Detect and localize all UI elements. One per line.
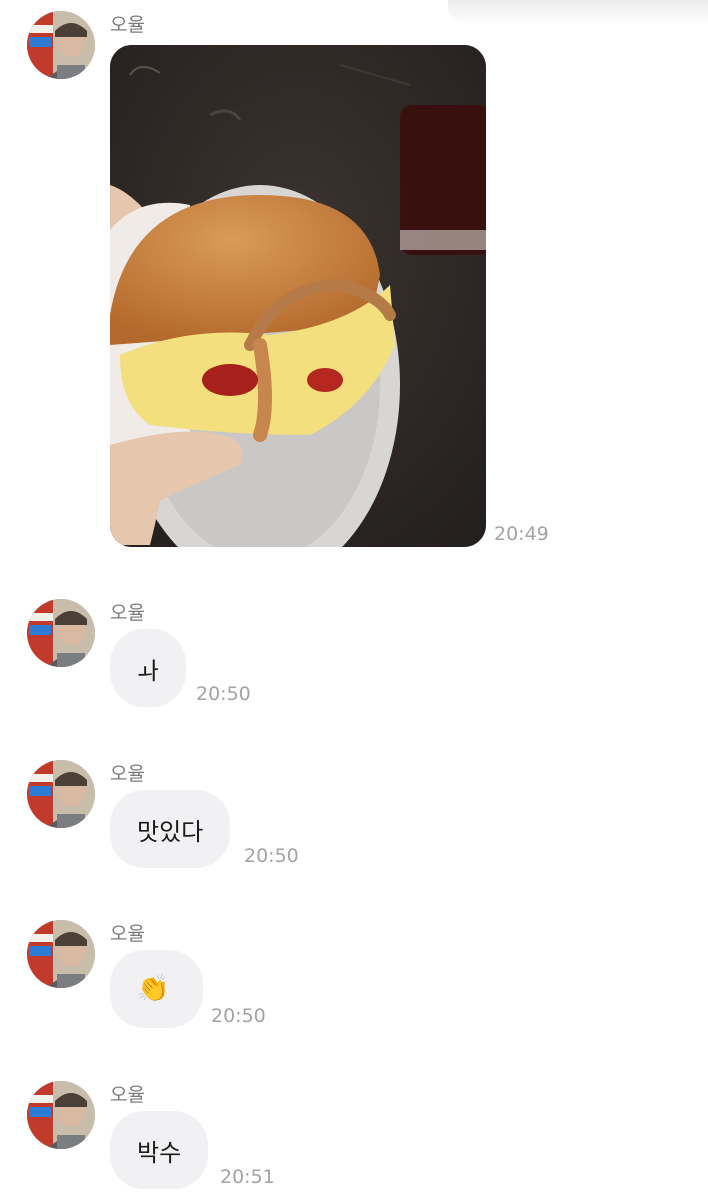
- message-bubble[interactable]: ㅘ: [110, 629, 187, 707]
- top-edge-shadow: [448, 0, 708, 26]
- avatar-image: [27, 11, 95, 79]
- chat-log: 오율 20:49 오율 ㅘ 20:50 오율 맛있다 20:50 오율 👏 20…: [0, 0, 708, 1200]
- avatar-image: [27, 920, 95, 988]
- message-text: 맛있다: [137, 817, 204, 846]
- sender-name: 오율: [110, 602, 145, 624]
- avatar[interactable]: [27, 11, 95, 79]
- avatar[interactable]: [27, 599, 95, 667]
- sender-name: 오율: [110, 763, 145, 785]
- photo-message[interactable]: [110, 45, 486, 547]
- avatar-image: [27, 760, 95, 828]
- message-time: 20:50: [196, 683, 251, 705]
- sender-name: 오율: [110, 1084, 145, 1106]
- message-time: 20:50: [244, 845, 299, 867]
- message-time: 20:51: [220, 1166, 275, 1188]
- message-time: 20:49: [494, 523, 549, 545]
- sandwich-photo: [110, 45, 486, 547]
- message-text: ㅘ: [137, 656, 160, 685]
- message-time: 20:50: [211, 1005, 266, 1027]
- message-text: 박수: [137, 1138, 182, 1167]
- avatar-image: [27, 1081, 95, 1149]
- message-bubble[interactable]: 박수: [110, 1111, 209, 1189]
- avatar[interactable]: [27, 760, 95, 828]
- avatar[interactable]: [27, 1081, 95, 1149]
- message-bubble[interactable]: 👏: [110, 950, 203, 1028]
- sender-name: 오율: [110, 14, 145, 36]
- message-bubble[interactable]: 맛있다: [110, 790, 231, 868]
- avatar-image: [27, 599, 95, 667]
- clapping-hands-icon: 👏: [137, 974, 170, 1004]
- sender-name: 오율: [110, 923, 145, 945]
- avatar[interactable]: [27, 920, 95, 988]
